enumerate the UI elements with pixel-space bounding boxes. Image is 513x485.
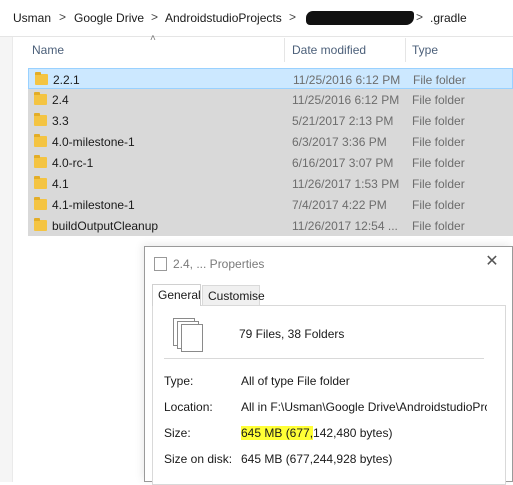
folder-icon <box>34 113 47 126</box>
file-date: 11/26/2017 12:54 ... <box>292 219 398 233</box>
column-header-date-modified[interactable]: Date modified <box>292 43 366 57</box>
contents-summary: 79 Files, 38 Folders <box>239 327 345 341</box>
file-name: 2.2.1 <box>53 73 80 87</box>
file-row[interactable]: 3.3 5/21/2017 2:13 PM File folder <box>28 110 513 131</box>
file-type: File folder <box>412 135 465 149</box>
type-label: Type: <box>164 374 194 388</box>
file-type: File folder <box>413 73 466 87</box>
general-tab-panel: 79 Files, 38 Folders Type: All of type F… <box>152 305 506 485</box>
file-type: File folder <box>412 93 465 107</box>
chevron-right-icon[interactable]: > <box>416 10 423 24</box>
file-date: 6/3/2017 3:36 PM <box>292 135 387 149</box>
breadcrumb-item-androidstudioprojects[interactable]: AndroidstudioProjects <box>165 11 282 25</box>
file-date: 5/21/2017 2:13 PM <box>292 114 394 128</box>
folder-icon <box>34 197 47 210</box>
file-date: 6/16/2017 3:07 PM <box>292 156 394 170</box>
divider <box>164 358 484 359</box>
breadcrumb-item-usman[interactable]: Usman <box>13 11 51 25</box>
file-row[interactable]: buildOutputCleanup 11/26/2017 12:54 ... … <box>28 215 513 236</box>
column-divider[interactable] <box>405 38 406 62</box>
size-value-rest: 142,480 bytes) <box>313 426 393 440</box>
folder-icon <box>35 72 48 85</box>
file-type: File folder <box>412 114 465 128</box>
file-name: 4.0-milestone-1 <box>52 135 135 149</box>
file-row[interactable]: 2.2.1 11/25/2016 6:12 PM File folder <box>28 68 513 89</box>
dialog-title: 2.4, ... Properties <box>173 257 265 271</box>
file-name: 3.3 <box>52 114 69 128</box>
file-row[interactable]: 4.1 11/26/2017 1:53 PM File folder <box>28 173 513 194</box>
folder-icon <box>34 155 47 168</box>
documents-icon <box>154 254 170 271</box>
properties-dialog[interactable]: 2.4, ... Properties ✕ General Customise … <box>144 246 513 485</box>
breadcrumb-item-gradle[interactable]: .gradle <box>430 11 467 25</box>
size-value: 645 MB (677,142,480 bytes) <box>241 426 392 440</box>
breadcrumb-item-google-drive[interactable]: Google Drive <box>74 11 144 25</box>
file-date: 11/25/2016 6:12 PM <box>292 93 400 107</box>
file-type: File folder <box>412 177 465 191</box>
file-name: 4.1-milestone-1 <box>52 198 135 212</box>
file-row[interactable]: 4.0-rc-1 6/16/2017 3:07 PM File folder <box>28 152 513 173</box>
file-name: 4.1 <box>52 177 69 191</box>
type-value: All of type File folder <box>241 374 350 388</box>
folder-icon <box>34 218 47 231</box>
folder-icon <box>34 176 47 189</box>
multiple-files-icon <box>173 318 205 352</box>
sort-ascending-icon: ˄ <box>150 33 156 44</box>
close-button[interactable]: ✕ <box>482 252 502 272</box>
file-type: File folder <box>412 198 465 212</box>
file-date: 11/26/2017 1:53 PM <box>292 177 400 191</box>
column-divider[interactable] <box>284 38 285 62</box>
location-label: Location: <box>164 400 213 414</box>
size-on-disk-label: Size on disk: <box>164 452 233 466</box>
size-value-highlighted: 645 MB (677, <box>241 426 314 440</box>
file-name: buildOutputCleanup <box>52 219 159 233</box>
file-type: File folder <box>412 219 465 233</box>
file-type: File folder <box>412 156 465 170</box>
size-label: Size: <box>164 426 191 440</box>
file-row[interactable]: 2.4 11/25/2016 6:12 PM File folder <box>28 89 513 110</box>
chevron-right-icon[interactable]: > <box>59 10 66 24</box>
size-on-disk-value: 645 MB (677,244,928 bytes) <box>241 452 393 466</box>
folder-icon <box>34 92 47 105</box>
column-header-type[interactable]: Type <box>412 43 438 57</box>
file-row[interactable]: 4.0-milestone-1 6/3/2017 3:36 PM File fo… <box>28 131 513 152</box>
folder-icon <box>34 134 47 147</box>
file-row[interactable]: 4.1-milestone-1 7/4/2017 4:22 PM File fo… <box>28 194 513 215</box>
redaction-scribble <box>306 11 414 25</box>
file-date: 7/4/2017 4:22 PM <box>292 198 387 212</box>
column-header-name[interactable]: Name <box>32 43 64 57</box>
tab-general[interactable]: General <box>152 284 201 306</box>
file-name: 4.0-rc-1 <box>52 156 94 170</box>
address-bar[interactable]: Usman > Google Drive > AndroidstudioProj… <box>0 0 513 37</box>
chevron-right-icon[interactable]: > <box>289 10 296 24</box>
file-name: 2.4 <box>52 93 69 107</box>
navigation-pane[interactable] <box>0 37 13 482</box>
file-date: 11/25/2016 6:12 PM <box>293 73 401 87</box>
chevron-right-icon[interactable]: > <box>151 10 158 24</box>
tab-customise[interactable]: Customise <box>202 285 265 305</box>
location-value: All in F:\Usman\Google Drive\Androidstud… <box>241 400 487 414</box>
